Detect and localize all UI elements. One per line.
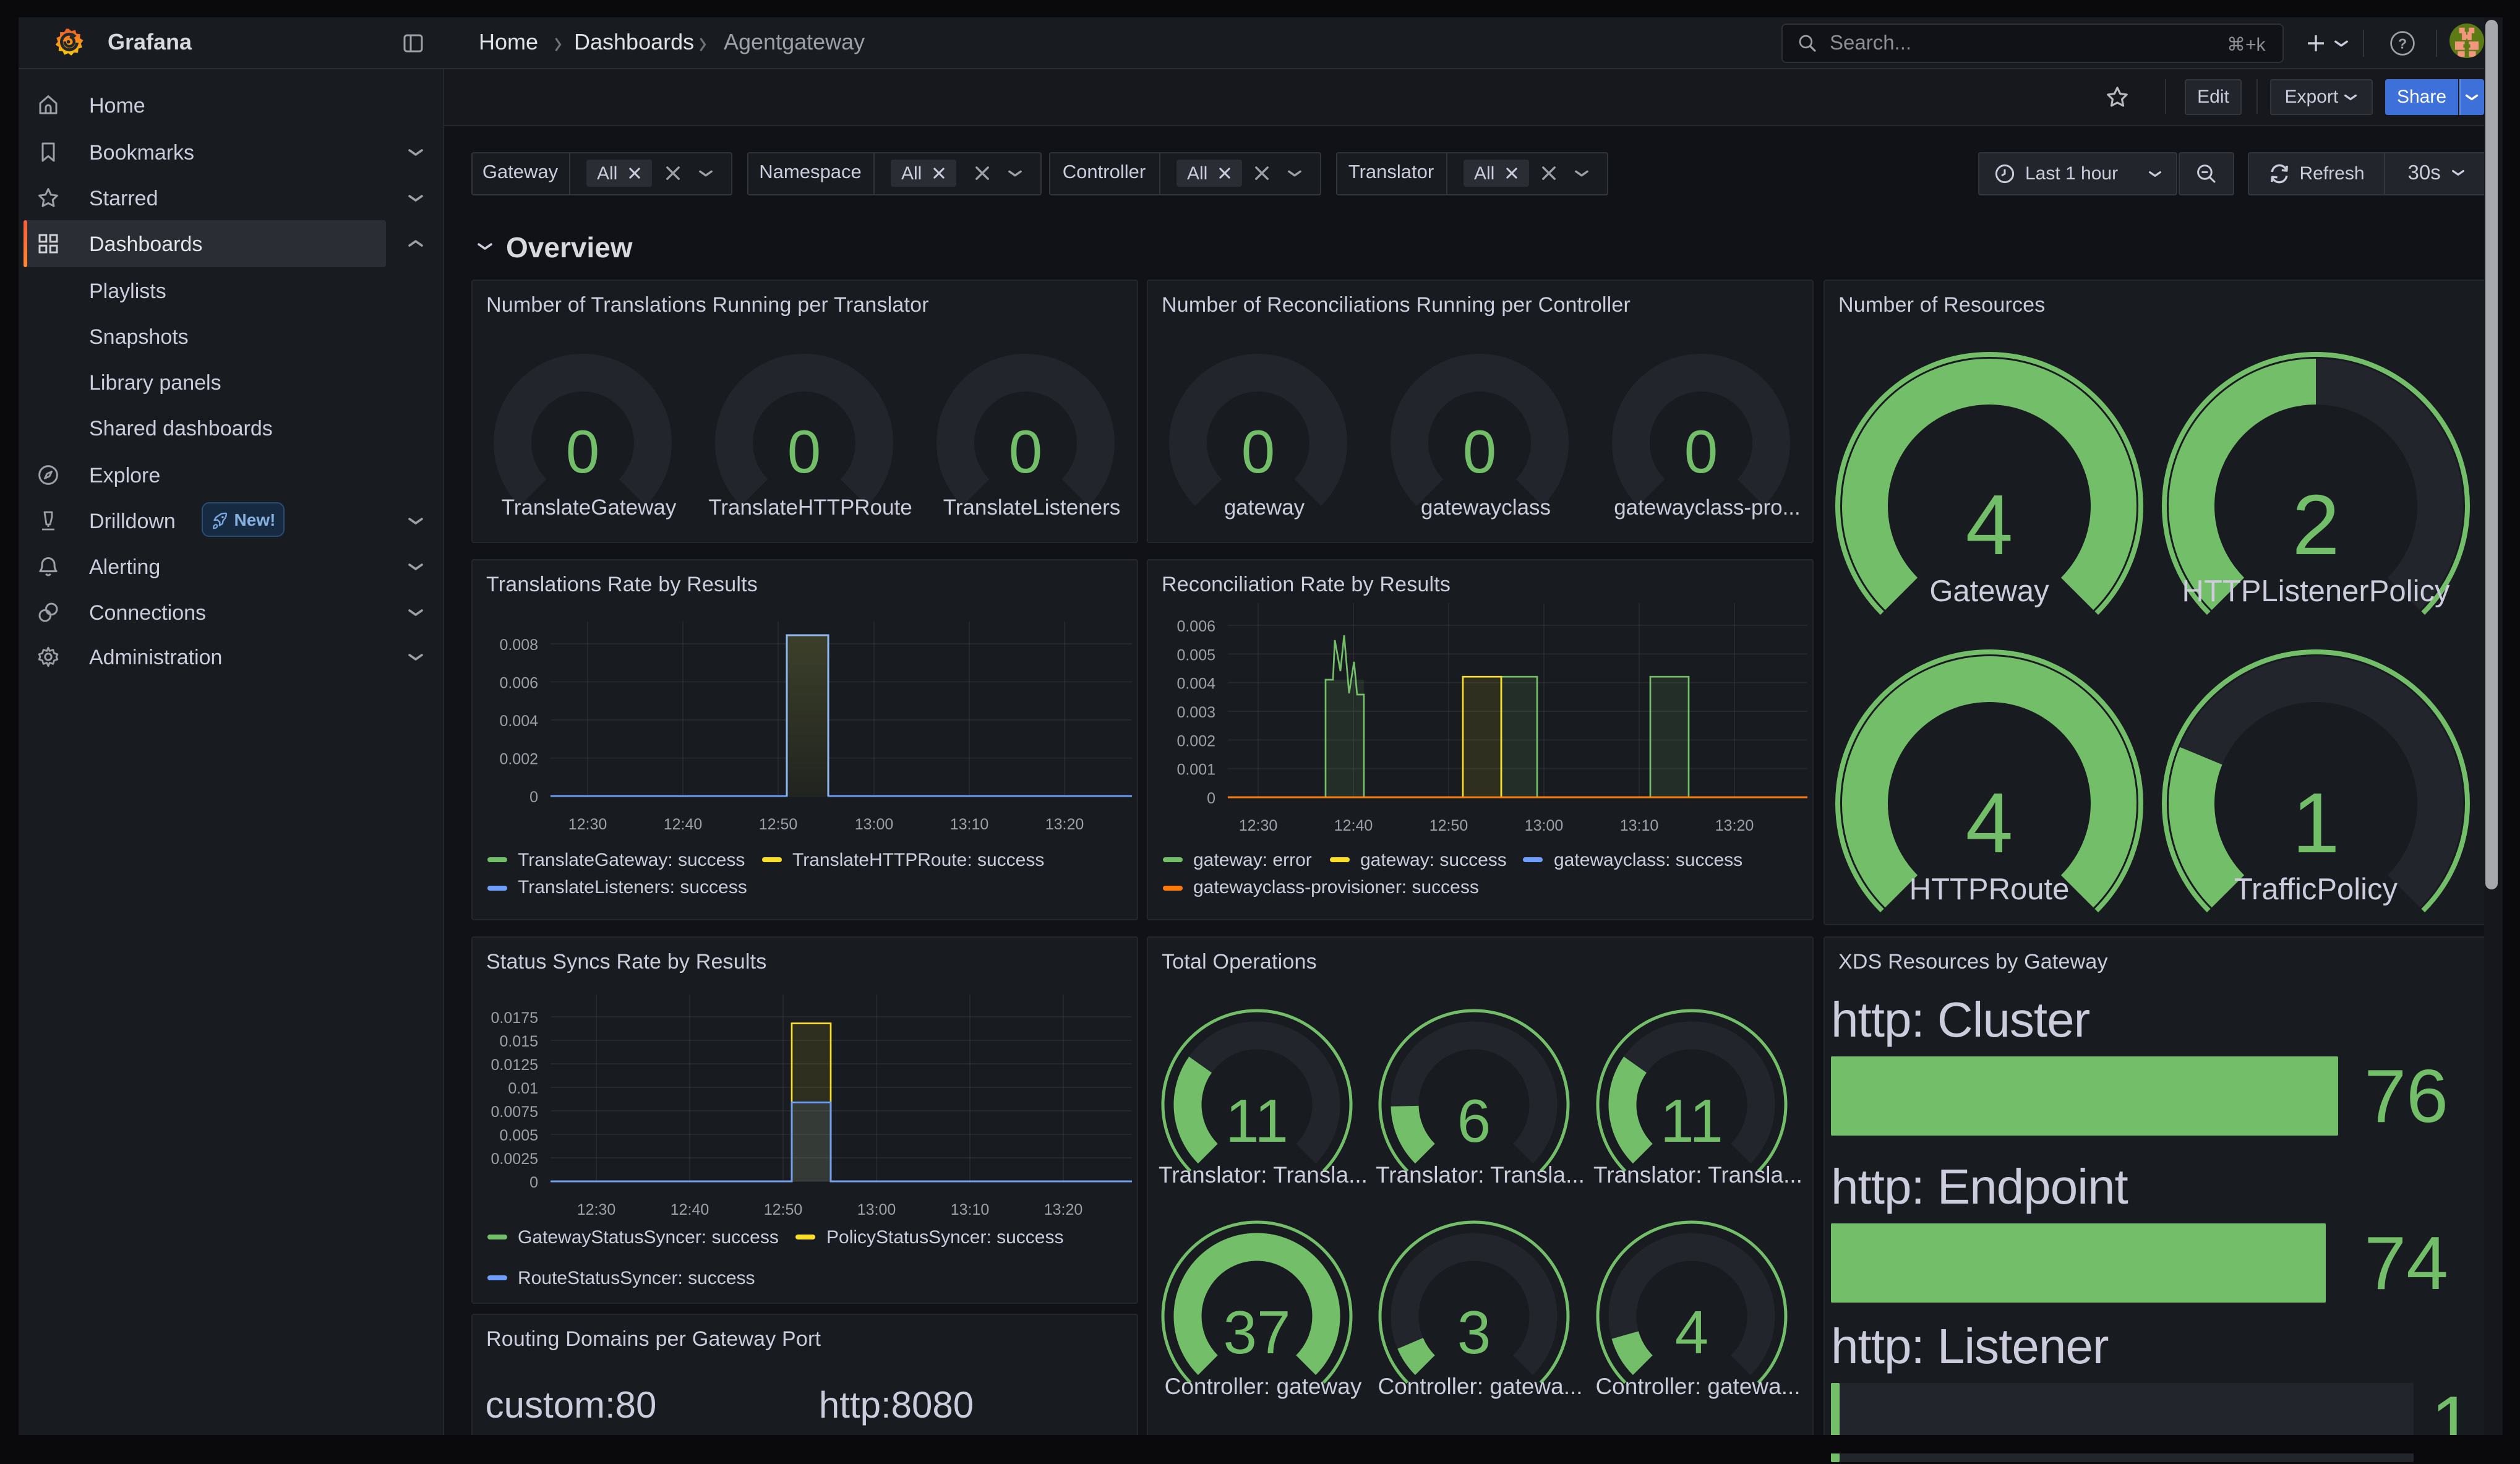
svg-text:13:20: 13:20 (1044, 1201, 1083, 1218)
svg-text:0.01: 0.01 (508, 1079, 538, 1097)
svg-text:0.0175: 0.0175 (491, 1009, 538, 1026)
svg-text:0.006: 0.006 (499, 674, 538, 691)
svg-text:12:30: 12:30 (568, 816, 607, 833)
svg-text:0.005: 0.005 (1176, 646, 1215, 664)
svg-text:0.0025: 0.0025 (491, 1150, 538, 1167)
svg-text:0.001: 0.001 (1176, 761, 1215, 779)
svg-text:12:30: 12:30 (1239, 817, 1278, 834)
svg-text:12:40: 12:40 (1334, 817, 1373, 834)
svg-text:13:10: 13:10 (950, 816, 989, 833)
svg-text:0: 0 (1207, 790, 1215, 807)
svg-text:13:00: 13:00 (857, 1201, 896, 1218)
svg-text:0: 0 (529, 789, 538, 806)
svg-text:13:20: 13:20 (1045, 816, 1084, 833)
svg-text:0.003: 0.003 (1176, 704, 1215, 721)
svg-text:13:10: 13:10 (951, 1201, 990, 1218)
svg-text:0.008: 0.008 (499, 636, 538, 654)
svg-text:0.006: 0.006 (1176, 618, 1215, 635)
svg-text:12:50: 12:50 (759, 816, 798, 833)
svg-text:0.002: 0.002 (1176, 732, 1215, 750)
svg-text:12:50: 12:50 (764, 1201, 803, 1218)
svg-text:?: ? (2398, 35, 2407, 51)
svg-text:0.005: 0.005 (499, 1126, 538, 1144)
svg-text:13:00: 13:00 (855, 816, 894, 833)
svg-text:12:50: 12:50 (1429, 817, 1468, 834)
svg-text:13:00: 13:00 (1525, 817, 1564, 834)
svg-text:13:10: 13:10 (1620, 817, 1659, 834)
svg-text:13:20: 13:20 (1715, 817, 1754, 834)
svg-text:0.004: 0.004 (1176, 675, 1215, 693)
svg-text:0.0075: 0.0075 (491, 1103, 538, 1120)
svg-text:0.015: 0.015 (499, 1032, 538, 1050)
svg-text:0: 0 (529, 1173, 538, 1191)
svg-text:12:40: 12:40 (671, 1201, 709, 1218)
svg-text:0.0125: 0.0125 (491, 1056, 538, 1073)
svg-text:12:40: 12:40 (664, 816, 703, 833)
svg-text:0.002: 0.002 (499, 751, 538, 768)
svg-text:0.004: 0.004 (499, 713, 538, 730)
svg-text:12:30: 12:30 (577, 1201, 616, 1218)
